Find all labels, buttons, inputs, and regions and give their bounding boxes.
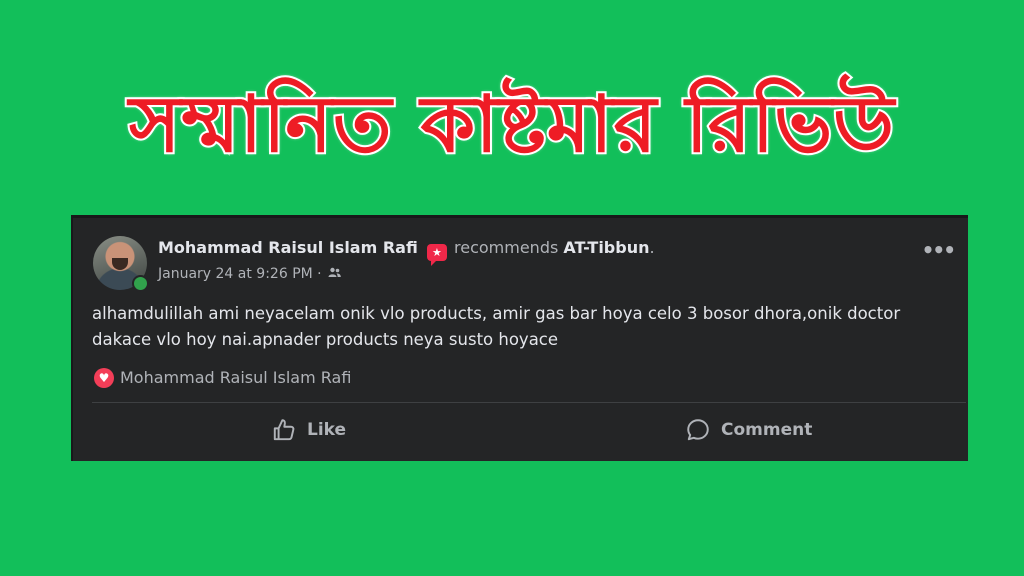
- page-link[interactable]: AT-Tibbun: [563, 238, 649, 257]
- online-status-dot: [132, 275, 149, 292]
- author-name[interactable]: Mohammad Raisul Islam Rafi: [158, 238, 418, 257]
- banner-title: সম্মানিত কাষ্টমার রিভিউ: [127, 78, 896, 172]
- love-reaction-icon: ♥: [94, 368, 114, 388]
- action-divider: [92, 402, 966, 403]
- recommend-icon: ★: [426, 244, 447, 266]
- reaction-name: Mohammad Raisul Islam Rafi: [120, 368, 352, 387]
- post-body: alhamdulillah ami neyacelam onik vlo pro…: [92, 304, 901, 349]
- post-meta: January 24 at 9:26 PM ·: [158, 266, 341, 282]
- comment-icon: [687, 419, 709, 441]
- post-timestamp[interactable]: January 24 at 9:26 PM: [158, 266, 313, 282]
- meta-separator: ·: [317, 266, 322, 282]
- review-post-card: Mohammad Raisul Islam Rafi ★ recommends …: [71, 215, 968, 461]
- comment-label: Comment: [721, 420, 813, 440]
- thumbs-up-icon: [273, 419, 295, 441]
- page-suffix: .: [649, 238, 655, 257]
- post-header: Mohammad Raisul Islam Rafi ★ recommends …: [158, 238, 655, 266]
- comment-button[interactable]: Comment: [685, 412, 812, 448]
- more-options-button[interactable]: •••: [922, 240, 956, 260]
- like-button[interactable]: Like: [271, 412, 346, 448]
- friends-icon[interactable]: [328, 267, 341, 281]
- like-label: Like: [307, 420, 347, 440]
- reaction-summary[interactable]: ♥ Mohammad Raisul Islam Rafi: [94, 368, 351, 388]
- recommend-verb: recommends: [454, 238, 559, 257]
- avatar-beard: [112, 258, 128, 270]
